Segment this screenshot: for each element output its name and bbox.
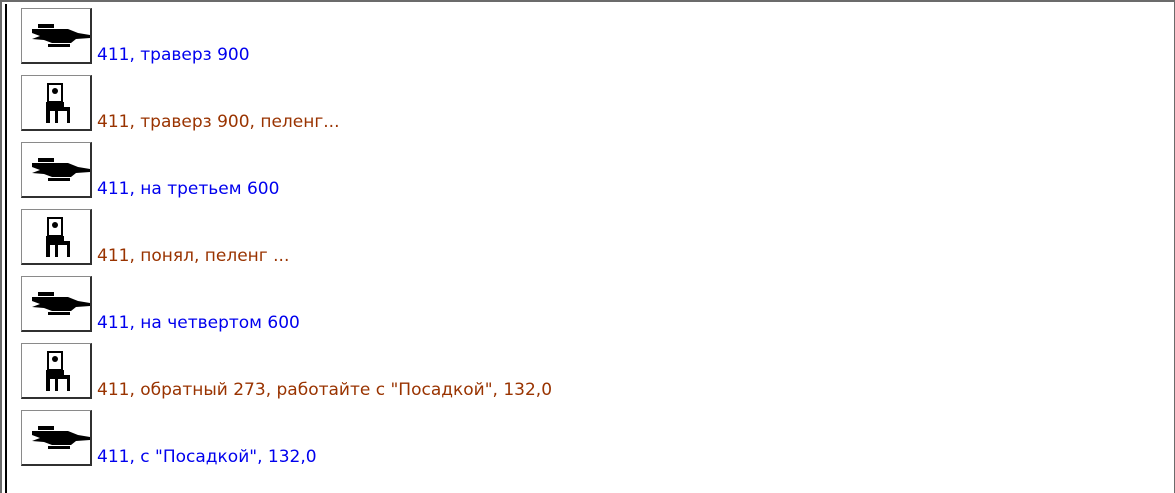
message-text: 411, на третьем 600 <box>97 179 280 199</box>
message-text: 411, траверз 900 <box>97 45 250 65</box>
airplane-icon <box>21 276 92 332</box>
left-divider <box>5 4 7 493</box>
message-text: 411, обратный 273, работайте с "Посадкой… <box>97 380 553 400</box>
message-text: 411, траверз 900, пеленг... <box>97 112 340 132</box>
controller-icon <box>21 343 92 399</box>
message-text: 411, с "Посадкой", 132,0 <box>97 447 317 467</box>
message-text: 411, на четвертом 600 <box>97 313 300 333</box>
message-text: 411, понял, пеленг ... <box>97 246 290 266</box>
controller-icon <box>21 75 92 131</box>
controller-icon <box>21 209 92 265</box>
airplane-icon <box>21 8 92 64</box>
airplane-icon <box>21 410 92 466</box>
airplane-icon <box>21 142 92 198</box>
